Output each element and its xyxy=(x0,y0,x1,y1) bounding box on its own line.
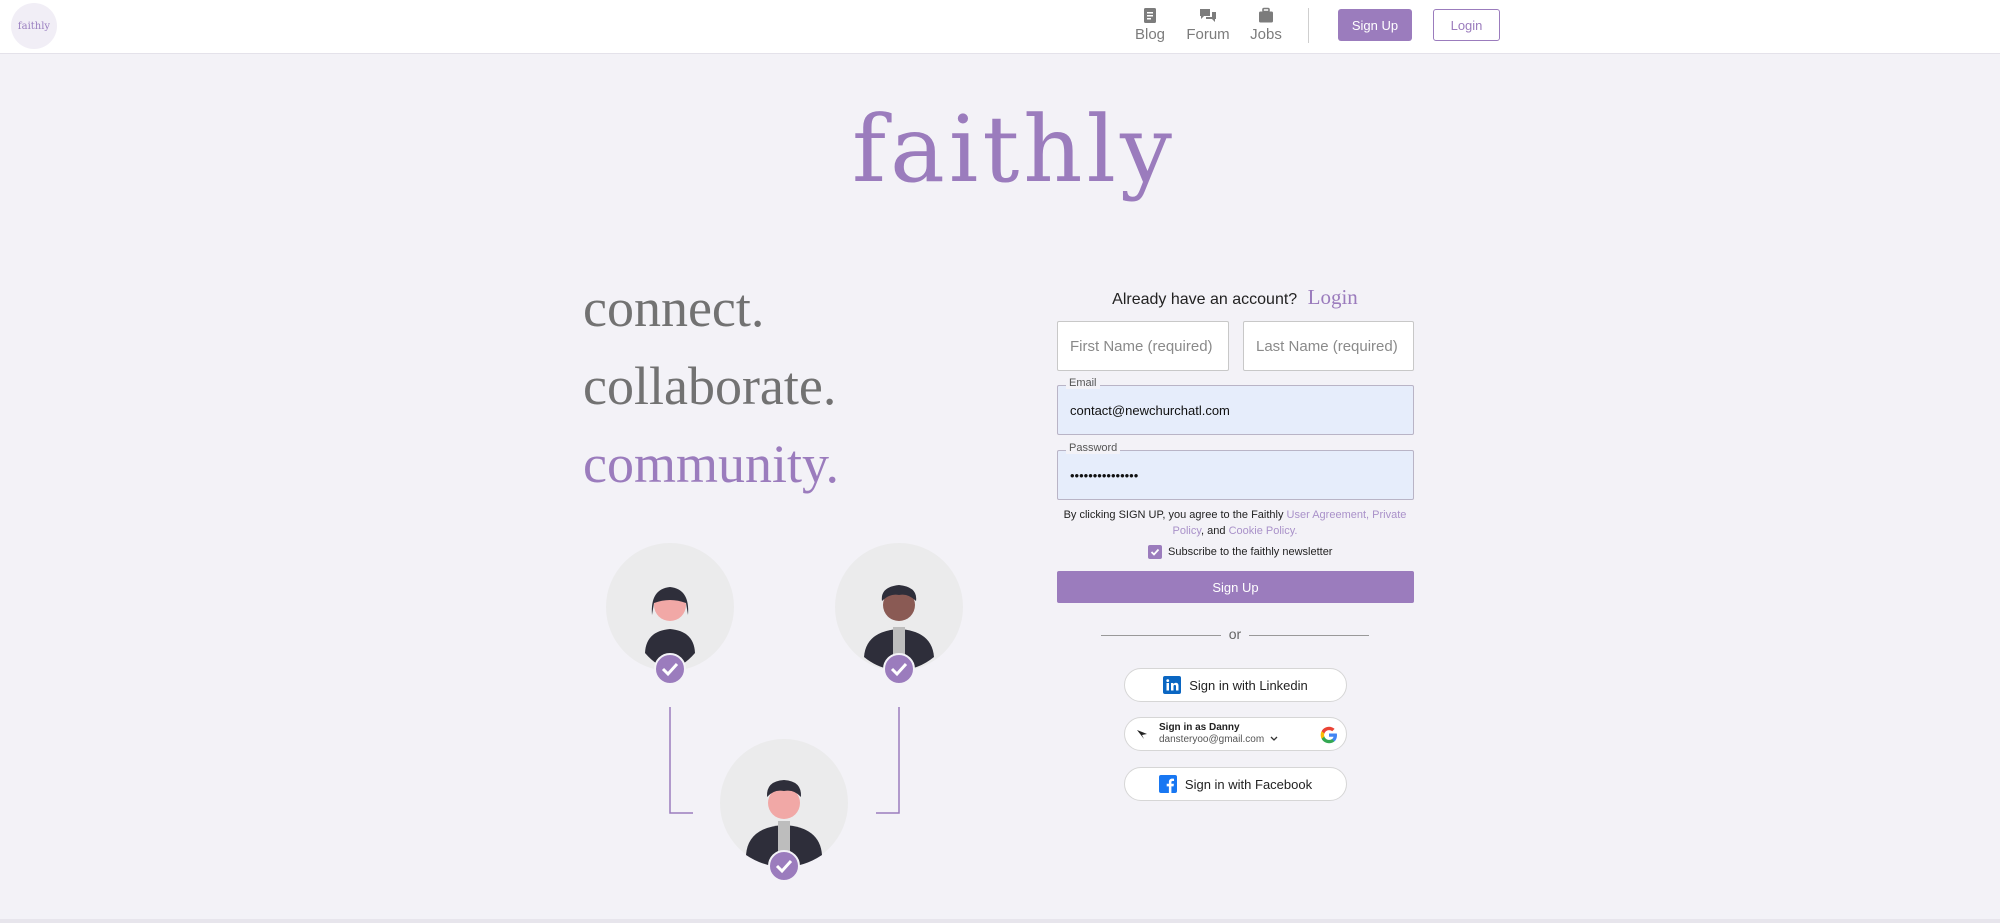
facebook-icon xyxy=(1158,775,1177,793)
email-value: contact@newchurchatl.com xyxy=(1070,402,1230,418)
linkedin-signin-button[interactable]: Sign in with Linkedin xyxy=(1124,668,1347,702)
person-avatar-woman xyxy=(606,543,734,685)
google-email-text: dansteryoo@gmail.com xyxy=(1159,734,1265,745)
checkmark-icon xyxy=(1150,548,1160,556)
account-avatar-icon xyxy=(1137,730,1147,739)
terms-and: , and xyxy=(1201,525,1226,537)
newsletter-checkbox[interactable] xyxy=(1148,545,1162,559)
last-name-field[interactable]: Last Name (required) xyxy=(1243,321,1414,371)
password-field[interactable]: ••••••••••••••• xyxy=(1057,450,1414,500)
mini-logo-text: faithly xyxy=(17,20,51,32)
terms-prefix: By clicking SIGN UP, you agree to the Fa… xyxy=(1063,509,1284,521)
facebook-signin-button[interactable]: Sign in with Facebook xyxy=(1124,767,1347,801)
person-avatar-man-right xyxy=(835,543,963,685)
newsletter-row: Subscribe to the faithly newsletter xyxy=(1148,544,1332,560)
google-signin-button[interactable]: Sign in as Danny dansteryoo@gmail.com xyxy=(1124,717,1347,751)
nav-blog[interactable]: Blog xyxy=(1120,7,1180,47)
or-text: or xyxy=(1228,626,1242,642)
faithly-logo: faithly xyxy=(852,90,1172,210)
linkedin-label: Sign in with Linkedin xyxy=(1189,677,1308,693)
briefcase-icon xyxy=(1259,7,1273,23)
signup-button[interactable]: Sign Up xyxy=(1057,571,1414,603)
login-button-top[interactable]: Login xyxy=(1433,9,1500,41)
google-account-info: Sign in as Danny dansteryoo@gmail.com xyxy=(1159,722,1278,746)
newsletter-label: Subscribe to the faithly newsletter xyxy=(1168,546,1333,558)
nav-forum-label: Forum xyxy=(1186,26,1230,43)
login-link[interactable]: Login xyxy=(1308,285,1358,309)
first-name-field[interactable]: First Name (required) xyxy=(1057,321,1229,371)
already-account-text: Already have an account? xyxy=(1112,291,1298,308)
nav-forum[interactable]: Forum xyxy=(1178,7,1238,47)
tagline-community: community. xyxy=(583,434,839,494)
chevron-down-icon xyxy=(1270,736,1278,741)
password-label: Password xyxy=(1066,442,1121,454)
already-account-row: Already have an account? Login xyxy=(1056,285,1414,310)
first-name-placeholder: First Name (required) xyxy=(1070,337,1213,355)
last-name-placeholder: Last Name (required) xyxy=(1256,337,1398,355)
signup-button-top[interactable]: Sign Up xyxy=(1338,9,1412,41)
or-divider-right xyxy=(1249,635,1369,636)
tagline-connect: connect. xyxy=(583,278,765,338)
person-avatar-man-bottom xyxy=(720,739,848,882)
cookie-policy-link[interactable]: Cookie Policy. xyxy=(1229,525,1298,537)
tagline-collaborate: collaborate. xyxy=(583,356,837,416)
google-icon xyxy=(1320,726,1337,744)
user-agreement-link[interactable]: User Agreement, xyxy=(1287,509,1370,521)
nav-divider xyxy=(1308,8,1309,43)
email-label: Email xyxy=(1066,377,1100,389)
logo-text: faithly xyxy=(852,96,1176,203)
nav-jobs-label: Jobs xyxy=(1250,26,1282,43)
faithly-mini-logo[interactable]: faithly xyxy=(11,3,57,49)
google-account-email: dansteryoo@gmail.com xyxy=(1159,734,1278,746)
document-icon xyxy=(1144,8,1156,23)
nav-jobs[interactable]: Jobs xyxy=(1236,7,1296,47)
password-value: ••••••••••••••• xyxy=(1070,467,1139,483)
connector-line-right xyxy=(876,707,900,814)
terms-text: By clicking SIGN UP, you agree to the Fa… xyxy=(1060,507,1410,539)
linkedin-icon xyxy=(1163,676,1182,694)
chat-icon xyxy=(1200,9,1216,22)
google-account-name: Sign in as Danny xyxy=(1159,722,1240,733)
top-navbar: faithly Blog Forum Jobs Sign Up Login xyxy=(0,0,2000,54)
connector-line-left xyxy=(669,707,693,814)
nav-blog-label: Blog xyxy=(1134,26,1166,43)
or-divider-left xyxy=(1101,635,1221,636)
bottom-border xyxy=(0,919,2000,923)
email-field[interactable]: contact@newchurchatl.com xyxy=(1057,385,1414,435)
community-illustration xyxy=(606,543,963,882)
facebook-label: Sign in with Facebook xyxy=(1184,776,1313,792)
